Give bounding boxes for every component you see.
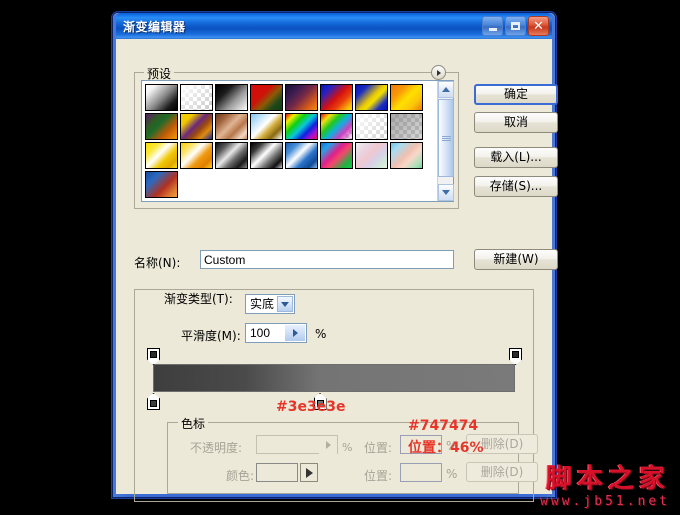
watermark-url: www.jb51.net — [540, 494, 670, 509]
preset-swatch[interactable] — [285, 113, 318, 140]
stop-color-chip — [512, 351, 519, 358]
screenshot-root: 渐变编辑器 ✕ 预设 确定 取消 载入(L)... 存储(S)... 新建(W)… — [0, 0, 680, 515]
stop-color-chip — [150, 351, 157, 358]
dialog-frame: 渐变编辑器 ✕ 预设 确定 取消 载入(L)... 存储(S)... 新建(W)… — [113, 13, 558, 502]
preset-scrollbar[interactable] — [437, 81, 454, 201]
preset-swatch[interactable] — [215, 84, 248, 111]
minimize-icon — [488, 28, 497, 31]
color-dropdown-arrow-icon[interactable] — [300, 463, 318, 482]
color-position-label: 位置: — [364, 469, 393, 483]
load-button[interactable]: 载入(L)... — [474, 147, 558, 168]
chevron-down-icon — [442, 190, 450, 195]
title-bar: 渐变编辑器 ✕ — [116, 13, 552, 39]
preset-swatch[interactable] — [145, 142, 178, 169]
annotation-mid-hex: #747474 — [408, 418, 479, 434]
preset-swatch[interactable] — [390, 142, 423, 169]
preset-swatch[interactable] — [390, 84, 423, 111]
opacity-stop-right[interactable] — [509, 348, 522, 365]
maximize-button[interactable] — [505, 16, 526, 36]
dialog-body: 预设 确定 取消 载入(L)... 存储(S)... 新建(W) 名称(N): … — [116, 39, 558, 502]
preset-swatch[interactable] — [145, 171, 178, 198]
opacity-label: 不透明度: — [190, 441, 243, 455]
color-position-percent: % — [446, 467, 458, 481]
smoothness-stepper-arrow-icon[interactable] — [285, 325, 305, 341]
chevron-up-icon — [442, 87, 450, 92]
gradient-preview-bar[interactable] — [153, 364, 515, 392]
smoothness-percent: % — [315, 327, 327, 341]
preset-swatch-fill — [356, 114, 387, 139]
scroll-down-button[interactable] — [438, 184, 454, 201]
opacity-stepper-arrow-icon — [319, 436, 337, 454]
preset-swatch[interactable] — [215, 142, 248, 169]
color-swatch-button — [256, 463, 298, 482]
stop-color-chip — [150, 400, 157, 407]
preset-swatch[interactable] — [250, 84, 283, 111]
color-stop-group-label: 色标 — [178, 415, 209, 432]
preset-swatch[interactable] — [145, 84, 178, 111]
preset-swatch[interactable] — [180, 142, 213, 169]
opacity-percent: % — [342, 441, 353, 454]
cancel-button[interactable]: 取消 — [474, 112, 558, 133]
opacity-stop-left[interactable] — [147, 348, 160, 365]
gradient-editor-dialog: 渐变编辑器 ✕ 预设 确定 取消 载入(L)... 存储(S)... 新建(W)… — [112, 12, 558, 502]
preset-swatch[interactable] — [355, 113, 388, 140]
preset-swatch-fill — [181, 85, 212, 110]
smoothness-input[interactable]: 100 — [245, 323, 307, 343]
name-label: 名称(N): — [134, 256, 181, 270]
watermark: 脚本之家 www.jb51.net — [540, 466, 670, 509]
color-stop-left[interactable] — [147, 393, 160, 410]
color-delete-button: 删除(D) — [466, 462, 538, 482]
gradient-type-value: 实底 — [250, 297, 275, 311]
preset-swatch[interactable] — [145, 113, 178, 140]
gradient-type-group-label: 渐变类型(T): — [161, 290, 236, 307]
preset-swatch[interactable] — [390, 113, 423, 140]
preset-swatch[interactable] — [285, 84, 318, 111]
window-title: 渐变编辑器 — [123, 19, 186, 34]
smoothness-value: 100 — [250, 326, 271, 340]
preset-list[interactable] — [141, 80, 454, 202]
gradient-type-group: 渐变类型(T): x 实底 平滑度(M): 100 % — [134, 289, 538, 502]
ok-button[interactable]: 确定 — [474, 84, 558, 105]
scrollbar-thumb[interactable] — [438, 99, 454, 177]
window-controls: ✕ — [482, 16, 549, 36]
maximize-icon — [511, 22, 520, 30]
preset-swatch[interactable] — [355, 142, 388, 169]
preset-swatch-fill — [391, 114, 422, 139]
preset-swatch[interactable] — [285, 142, 318, 169]
smoothness-label: 平滑度(M): — [181, 329, 241, 343]
watermark-title: 脚本之家 — [545, 464, 670, 494]
opacity-position-label: 位置: — [364, 441, 393, 455]
preset-swatch[interactable] — [320, 113, 353, 140]
color-position-input — [400, 463, 442, 482]
preset-swatch[interactable] — [250, 142, 283, 169]
close-button[interactable]: ✕ — [528, 16, 549, 36]
annotation-left-hex: #3e3e3e — [276, 399, 346, 415]
name-input[interactable]: Custom — [200, 250, 454, 269]
preset-menu-arrow-icon[interactable] — [431, 65, 446, 80]
close-icon: ✕ — [533, 18, 544, 34]
minimize-button[interactable] — [482, 16, 503, 36]
new-button[interactable]: 新建(W) — [474, 249, 558, 270]
gradient-type-select[interactable]: 实底 — [245, 294, 295, 314]
annotation-position: 位置：46% — [408, 440, 484, 456]
color-label: 颜色: — [226, 469, 255, 483]
preset-swatch[interactable] — [250, 113, 283, 140]
save-button[interactable]: 存储(S)... — [474, 176, 558, 197]
preset-group: 预设 — [134, 65, 459, 209]
preset-swatch[interactable] — [180, 113, 213, 140]
preset-swatch[interactable] — [320, 142, 353, 169]
scroll-up-button[interactable] — [438, 81, 454, 98]
preset-swatch-fill — [321, 114, 352, 139]
chevron-down-icon[interactable] — [277, 296, 293, 312]
preset-swatch[interactable] — [215, 113, 248, 140]
scrollbar-grip-icon — [442, 136, 451, 142]
preset-swatch[interactable] — [180, 84, 213, 111]
opacity-input — [256, 435, 338, 454]
preset-swatch[interactable] — [320, 84, 353, 111]
preset-swatch-grid[interactable] — [142, 81, 437, 201]
preset-swatch[interactable] — [355, 84, 388, 111]
